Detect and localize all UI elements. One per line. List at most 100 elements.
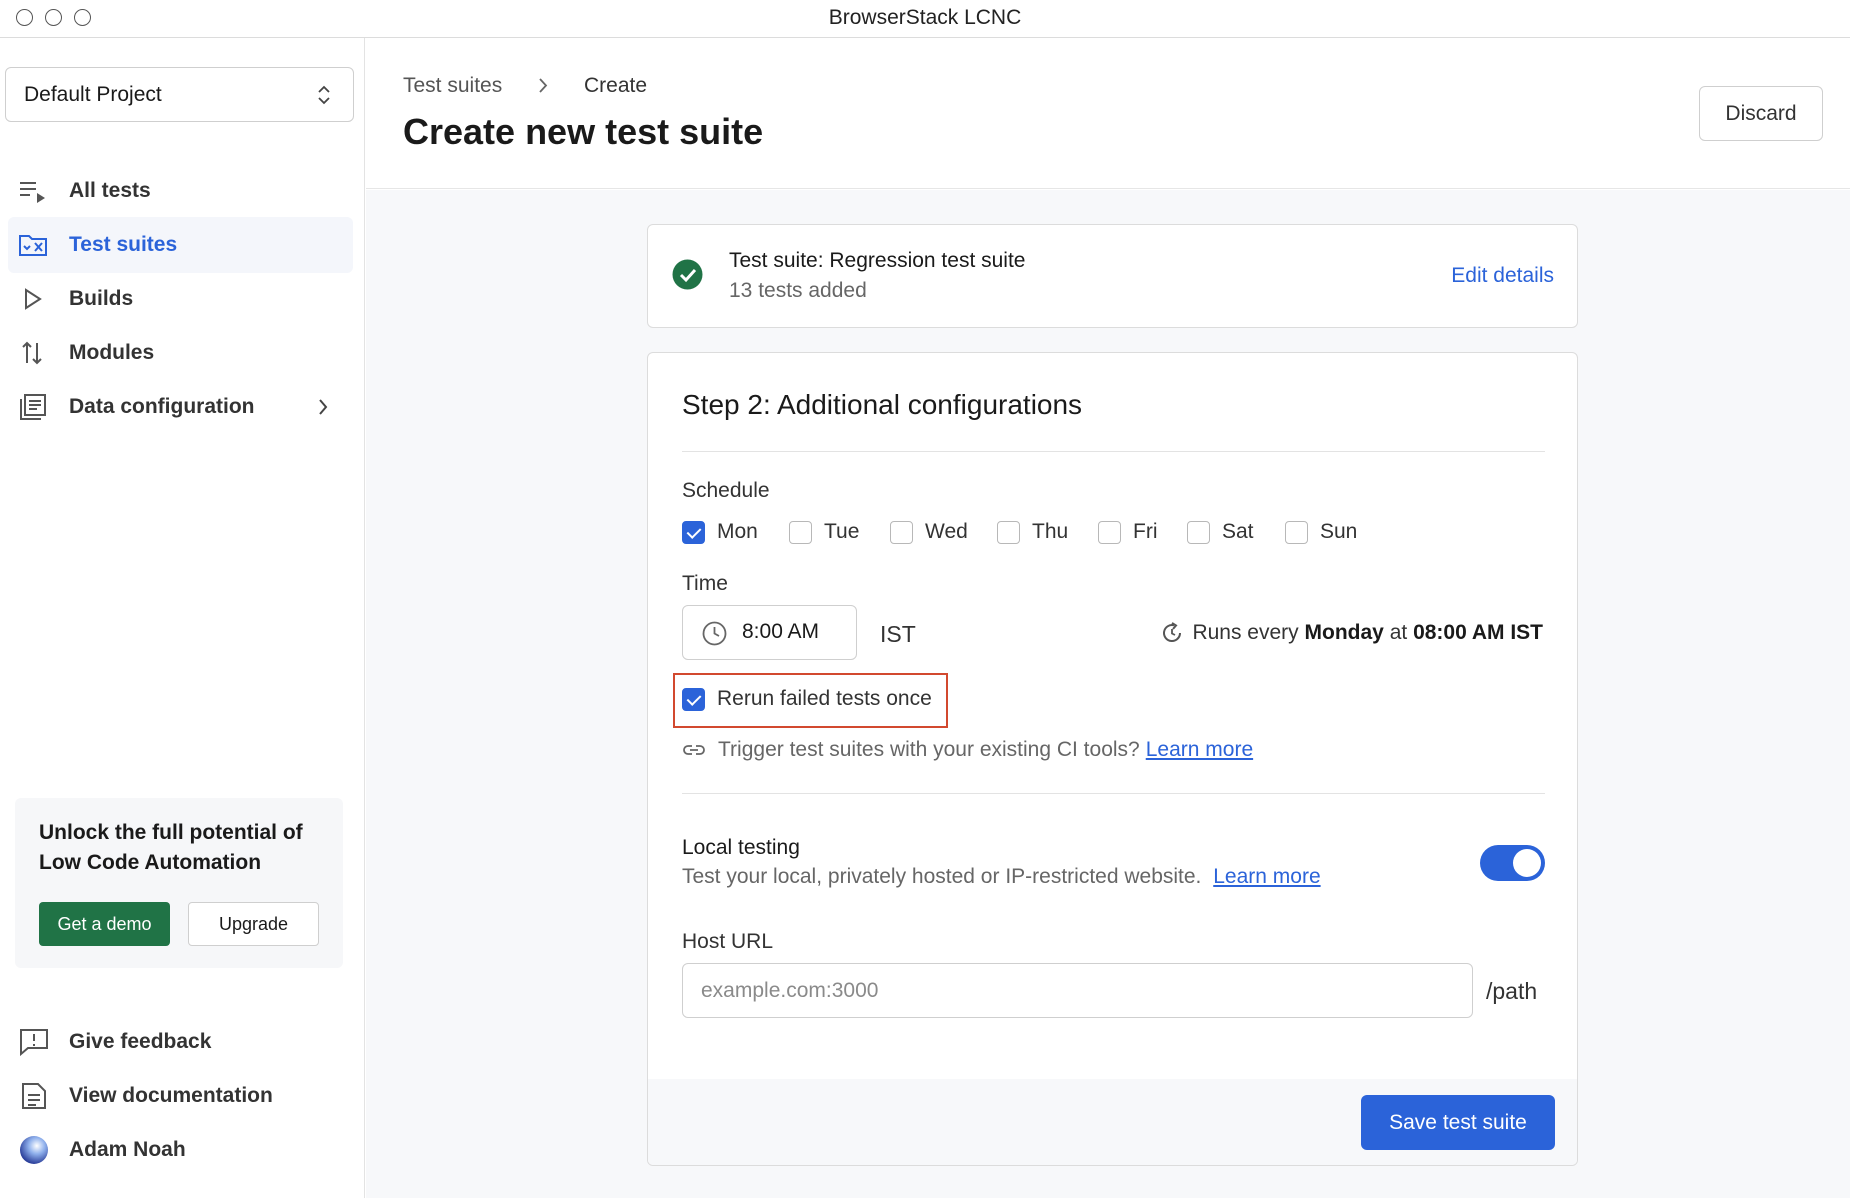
footer-item-label: Give feedback bbox=[69, 1030, 212, 1053]
project-selector[interactable]: Default Project bbox=[5, 67, 354, 122]
suite-summary-card: Test suite: Regression test suite 13 tes… bbox=[647, 224, 1578, 328]
day-checkbox-tue[interactable]: Tue bbox=[789, 518, 859, 546]
sidebar-item-label: Test suites bbox=[69, 233, 178, 256]
host-path-suffix: /path bbox=[1486, 978, 1538, 1004]
checkbox[interactable] bbox=[890, 520, 913, 544]
refresh-icon bbox=[1163, 622, 1182, 642]
day-label: Thu bbox=[1032, 520, 1069, 543]
runs-day: Monday bbox=[1304, 621, 1384, 644]
time-label: Time bbox=[682, 572, 728, 595]
sidebar-item-label: All tests bbox=[69, 179, 151, 202]
ci-text: Trigger test suites with your existing C… bbox=[718, 738, 1140, 761]
checkbox[interactable] bbox=[789, 520, 812, 544]
day-checkbox-sun[interactable]: Sun bbox=[1285, 518, 1357, 546]
breadcrumb-create: Create bbox=[584, 74, 648, 97]
checkbox[interactable] bbox=[1285, 520, 1308, 544]
suite-summary-count: 13 tests added bbox=[729, 279, 867, 302]
checkbox[interactable] bbox=[1098, 520, 1121, 544]
day-checkbox-wed[interactable]: Wed bbox=[890, 518, 968, 546]
divider bbox=[682, 451, 1545, 452]
promo-text: Unlock the full potential of Low Code Au… bbox=[39, 821, 303, 874]
runs-at: at bbox=[1389, 621, 1408, 644]
suite-summary-title: Test suite: Regression test suite bbox=[729, 249, 1026, 272]
chevron-up-down-icon bbox=[318, 85, 330, 105]
give-feedback-link[interactable]: Give feedback bbox=[8, 1014, 353, 1070]
local-testing-description: Test your local, privately hosted or IP-… bbox=[682, 865, 1321, 889]
day-label: Wed bbox=[925, 520, 968, 543]
title-bar: BrowserStack LCNC bbox=[0, 0, 1850, 38]
sidebar-item-all-tests[interactable]: All tests bbox=[8, 163, 353, 219]
sidebar-item-modules[interactable]: Modules bbox=[8, 325, 353, 381]
checkbox[interactable] bbox=[682, 687, 705, 711]
ci-hint: Trigger test suites with your existing C… bbox=[682, 738, 1253, 762]
sidebar-item-label: Builds bbox=[69, 287, 134, 310]
step-2-card: Step 2: Additional configurations Schedu… bbox=[647, 352, 1578, 1166]
day-label: Sat bbox=[1222, 520, 1254, 543]
sidebar: Default Project All tests Test suites Bu… bbox=[0, 38, 365, 1198]
avatar bbox=[20, 1136, 48, 1164]
local-testing-toggle[interactable] bbox=[1480, 845, 1545, 881]
checkbox[interactable] bbox=[682, 520, 705, 544]
project-name: Default Project bbox=[24, 82, 162, 106]
play-icon bbox=[25, 288, 42, 310]
runs-prefix: Runs every bbox=[1192, 621, 1299, 644]
local-testing-title: Local testing bbox=[682, 836, 800, 859]
list-play-icon bbox=[20, 182, 45, 203]
sidebar-item-data-configuration[interactable]: Data configuration bbox=[8, 379, 353, 435]
page-title: Create new test suite bbox=[403, 111, 764, 152]
breadcrumb-test-suites[interactable]: Test suites bbox=[403, 74, 502, 98]
data-config-icon bbox=[20, 394, 46, 420]
day-checkbox-thu[interactable]: Thu bbox=[997, 518, 1068, 546]
timezone-label: IST bbox=[880, 621, 916, 647]
upgrade-button[interactable]: Upgrade bbox=[188, 902, 319, 946]
step-title: Step 2: Additional configurations bbox=[682, 389, 1083, 420]
chevron-right-icon bbox=[539, 78, 548, 93]
checkbox[interactable] bbox=[1187, 520, 1210, 544]
rerun-label: Rerun failed tests once bbox=[717, 687, 932, 710]
schedule-summary: Runs every Monday at 08:00 AM IST bbox=[1160, 621, 1543, 645]
window-title: BrowserStack LCNC bbox=[828, 6, 1022, 29]
day-checkbox-fri[interactable]: Fri bbox=[1098, 518, 1158, 546]
checkbox[interactable] bbox=[997, 520, 1020, 544]
time-value: 8:00 AM bbox=[742, 620, 820, 643]
runs-time: 08:00 AM IST bbox=[1413, 621, 1543, 644]
get-demo-button[interactable]: Get a demo bbox=[39, 902, 170, 946]
test-suite-icon bbox=[19, 235, 47, 256]
feedback-icon bbox=[20, 1029, 48, 1057]
sidebar-item-test-suites[interactable]: Test suites bbox=[8, 217, 353, 273]
link-icon bbox=[683, 745, 705, 755]
view-documentation-link[interactable]: View documentation bbox=[8, 1068, 353, 1124]
edit-details-link[interactable]: Edit details bbox=[1451, 264, 1554, 288]
day-label: Sun bbox=[1320, 520, 1358, 543]
page-header: Test suites Create Create new test suite… bbox=[366, 38, 1850, 189]
sidebar-item-builds[interactable]: Builds bbox=[8, 271, 353, 327]
user-profile[interactable]: Adam Noah bbox=[8, 1122, 353, 1178]
local-desc-text: Test your local, privately hosted or IP-… bbox=[682, 865, 1202, 888]
local-learn-more-link[interactable]: Learn more bbox=[1213, 865, 1320, 888]
rerun-failed-checkbox[interactable]: Rerun failed tests once bbox=[682, 684, 932, 714]
host-url-input[interactable] bbox=[682, 963, 1473, 1018]
host-url-label: Host URL bbox=[682, 930, 774, 953]
footer-item-label: View documentation bbox=[69, 1084, 273, 1107]
check-circle-icon bbox=[672, 259, 703, 290]
divider bbox=[682, 793, 1545, 794]
sort-arrows-icon bbox=[22, 341, 42, 365]
sidebar-item-label: Modules bbox=[69, 341, 155, 364]
day-label: Fri bbox=[1133, 520, 1158, 543]
step-footer: Save test suite bbox=[648, 1079, 1577, 1165]
document-icon bbox=[22, 1083, 46, 1109]
schedule-label: Schedule bbox=[682, 479, 770, 502]
footer-item-label: Adam Noah bbox=[69, 1138, 186, 1161]
save-test-suite-button[interactable]: Save test suite bbox=[1361, 1095, 1555, 1150]
day-checkbox-mon[interactable]: Mon bbox=[682, 518, 758, 546]
discard-button[interactable]: Discard bbox=[1699, 86, 1823, 141]
day-label: Tue bbox=[824, 520, 860, 543]
sidebar-item-label: Data configuration bbox=[69, 395, 255, 418]
upgrade-promo: Unlock the full potential of Low Code Au… bbox=[15, 798, 343, 968]
day-checkbox-sat[interactable]: Sat bbox=[1187, 518, 1254, 546]
clock-icon bbox=[702, 621, 727, 646]
day-label: Mon bbox=[717, 520, 758, 543]
chevron-right-icon bbox=[319, 399, 328, 415]
ci-learn-more-link[interactable]: Learn more bbox=[1146, 738, 1253, 762]
time-picker[interactable]: 8:00 AM bbox=[682, 605, 857, 660]
